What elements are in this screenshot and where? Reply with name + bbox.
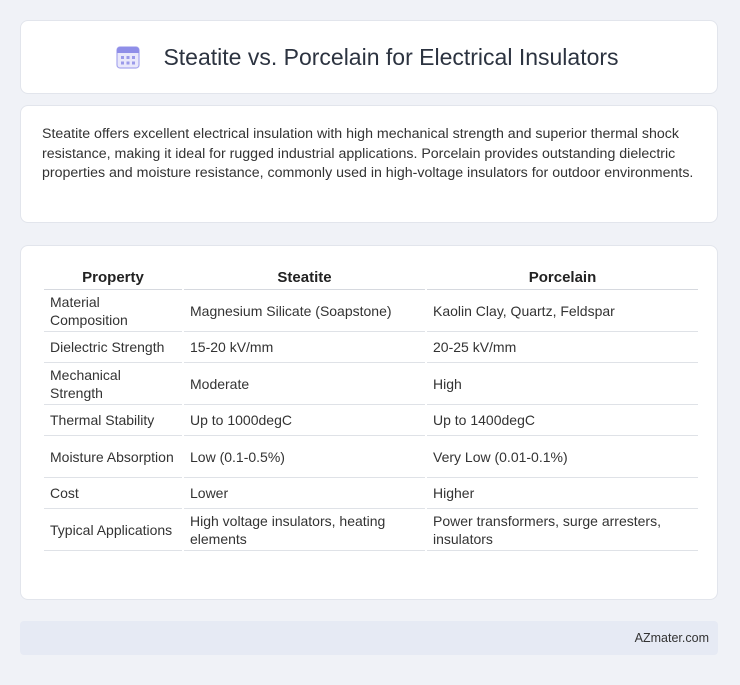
footer-brand: AZmater.com [634,631,709,645]
footer: AZmater.com [20,621,718,655]
property-cell: Mechanical Strength [44,363,182,405]
table-row: Thermal Stability Up to 1000degC Up to 1… [44,405,698,436]
table-row: Material Composition Magnesium Silicate … [44,290,698,332]
property-cell: Thermal Stability [44,405,182,436]
table-row: Cost Lower Higher [44,478,698,509]
property-cell: Moisture Absorption [44,436,182,478]
porcelain-cell: High [427,363,698,405]
porcelain-cell: Very Low (0.01-0.1%) [427,436,698,478]
property-cell: Typical Applications [44,509,182,551]
column-header-porcelain: Porcelain [427,266,698,290]
table-row: Typical Applications High voltage insula… [44,509,698,551]
porcelain-cell: Power transformers, surge arresters, ins… [427,509,698,551]
porcelain-cell: Up to 1400degC [427,405,698,436]
summary-text: Steatite offers excellent electrical ins… [42,126,694,181]
steatite-cell: Lower [184,478,425,509]
property-cell: Dielectric Strength [44,332,182,363]
summary-card: Steatite offers excellent electrical ins… [20,105,718,223]
steatite-cell: Low (0.1-0.5%) [184,436,425,478]
calendar-icon [116,46,141,69]
steatite-cell: Magnesium Silicate (Soapstone) [184,290,425,332]
steatite-cell: Up to 1000degC [184,405,425,436]
steatite-cell: Moderate [184,363,425,405]
page-title: Steatite vs. Porcelain for Electrical In… [163,43,619,70]
porcelain-cell: Kaolin Clay, Quartz, Feldspar [427,290,698,332]
table-header-row: Property Steatite Porcelain [44,266,698,290]
porcelain-cell: Higher [427,478,698,509]
column-header-steatite: Steatite [184,266,425,290]
comparison-table: Property Steatite Porcelain Material Com… [42,266,700,551]
table-row: Dielectric Strength 15-20 kV/mm 20-25 kV… [44,332,698,363]
title-card: Steatite vs. Porcelain for Electrical In… [20,20,718,94]
porcelain-cell: 20-25 kV/mm [427,332,698,363]
property-cell: Cost [44,478,182,509]
table-row: Mechanical Strength Moderate High [44,363,698,405]
steatite-cell: High voltage insulators, heating element… [184,509,425,551]
property-cell: Material Composition [44,290,182,332]
table-row: Moisture Absorption Low (0.1-0.5%) Very … [44,436,698,478]
steatite-cell: 15-20 kV/mm [184,332,425,363]
column-header-property: Property [44,266,182,290]
comparison-card: Property Steatite Porcelain Material Com… [20,245,718,600]
